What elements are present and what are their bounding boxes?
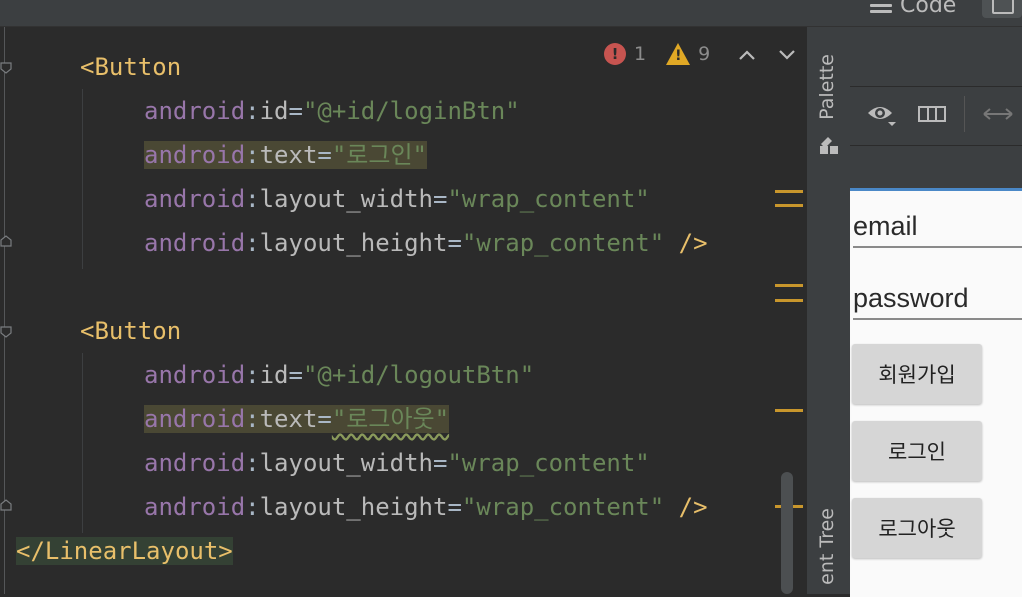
code-line[interactable]: android:layout_height="wrap_content" /> bbox=[144, 224, 708, 262]
code-view-label: Code bbox=[900, 0, 957, 18]
equals: = bbox=[288, 97, 303, 125]
colon: : bbox=[245, 229, 260, 257]
code-line[interactable]: android:id="@+id/logoutBtn" bbox=[144, 356, 534, 394]
vertical-scrollbar[interactable] bbox=[781, 472, 793, 594]
top-toolbar: Code bbox=[0, 0, 1022, 27]
attr-value: "로그아웃" bbox=[331, 405, 450, 433]
attr-value: "@+id/loginBtn" bbox=[302, 97, 520, 125]
warning-stripe-marker[interactable] bbox=[775, 204, 803, 207]
equals: = bbox=[447, 493, 462, 521]
tag-close: /> bbox=[664, 493, 708, 521]
equals: = bbox=[433, 185, 448, 213]
equals: = bbox=[317, 141, 332, 169]
warning-count: 9 bbox=[698, 43, 711, 65]
attr-namespace: android bbox=[144, 493, 246, 521]
colon: : bbox=[245, 185, 260, 213]
colon: : bbox=[245, 405, 260, 433]
attr-value: "@+id/logoutBtn" bbox=[302, 361, 535, 389]
attr-value: "wrap_content" bbox=[447, 449, 650, 477]
attr-value: "wrap_content" bbox=[461, 229, 665, 257]
code-line[interactable]: android:layout_height="wrap_content" /> bbox=[144, 488, 708, 526]
code-line[interactable]: <Button bbox=[80, 48, 181, 86]
attr-name: id bbox=[259, 361, 289, 389]
warning-icon: ! bbox=[666, 43, 691, 65]
next-highlight-button[interactable] bbox=[778, 42, 796, 66]
attr-name: layout_height bbox=[259, 229, 448, 257]
closing-tag: </LinearLayout> bbox=[16, 537, 233, 565]
password-field[interactable]: password bbox=[853, 278, 1022, 320]
attr-name: layout_height bbox=[259, 493, 448, 521]
code-line[interactable]: android:layout_width="wrap_content" bbox=[144, 444, 650, 482]
attr-name: layout_width bbox=[259, 449, 433, 477]
code-editor[interactable]: <Button android:id="@+id/loginBtn" andro… bbox=[0, 27, 806, 594]
error-icon: ! bbox=[604, 43, 626, 65]
indent-guide bbox=[82, 89, 83, 269]
code-line[interactable]: </LinearLayout> bbox=[16, 532, 233, 570]
tag-name: Button bbox=[94, 53, 182, 81]
signup-button[interactable]: 회원가입 bbox=[852, 344, 982, 404]
attr-namespace: android bbox=[144, 361, 246, 389]
colon: : bbox=[245, 449, 260, 477]
chevron-up-icon bbox=[739, 50, 755, 60]
warning-stripe-marker[interactable] bbox=[775, 284, 803, 287]
login-button[interactable]: 로그인 bbox=[852, 421, 982, 481]
warning-stripe-marker[interactable] bbox=[775, 409, 803, 412]
equals: = bbox=[433, 449, 448, 477]
attr-namespace: android bbox=[144, 449, 246, 477]
palette-tab[interactable]: Palette bbox=[816, 54, 838, 120]
equals: = bbox=[288, 361, 303, 389]
attr-name: text bbox=[259, 405, 318, 433]
code-line[interactable]: android:layout_width="wrap_content" bbox=[144, 180, 650, 218]
indent-guide bbox=[82, 353, 83, 533]
horizontal-arrows-icon[interactable] bbox=[982, 106, 1014, 122]
logout-button[interactable]: 로그아웃 bbox=[852, 498, 982, 558]
warning-stripe-marker[interactable] bbox=[775, 190, 803, 193]
attr-value: "로그인" bbox=[331, 141, 427, 169]
equals: = bbox=[447, 229, 462, 257]
code-line[interactable]: android:text="로그아웃" bbox=[144, 400, 450, 438]
error-count: 1 bbox=[634, 43, 647, 65]
attr-namespace: android bbox=[144, 405, 246, 433]
chevron-down-icon bbox=[779, 50, 795, 60]
colon: : bbox=[245, 97, 260, 125]
email-field[interactable]: email bbox=[853, 206, 1022, 248]
previous-highlight-button[interactable] bbox=[738, 42, 756, 66]
colon: : bbox=[245, 493, 260, 521]
colon: : bbox=[245, 141, 260, 169]
attr-namespace: android bbox=[144, 185, 246, 213]
tag-name: Button bbox=[94, 317, 182, 345]
palette-icon bbox=[820, 137, 838, 154]
attr-namespace: android bbox=[144, 97, 246, 125]
attr-namespace: android bbox=[144, 141, 246, 169]
tag-bracket: < bbox=[80, 53, 95, 81]
colon: : bbox=[245, 361, 260, 389]
toolbar-separator bbox=[964, 96, 965, 132]
code-view-icon bbox=[870, 0, 892, 13]
attr-value: "wrap_content" bbox=[461, 493, 665, 521]
tag-close: /> bbox=[664, 229, 708, 257]
attr-name: text bbox=[259, 141, 318, 169]
split-view-button[interactable] bbox=[982, 0, 1022, 18]
eye-icon[interactable] bbox=[866, 103, 898, 127]
equals: = bbox=[317, 405, 332, 433]
columns-icon[interactable] bbox=[918, 106, 946, 122]
component-tree-tab[interactable]: ent Tree bbox=[816, 508, 838, 585]
attr-value: "wrap_content" bbox=[447, 185, 650, 213]
warning-stripe-marker[interactable] bbox=[775, 299, 803, 302]
fold-end-icon[interactable] bbox=[0, 499, 12, 511]
attr-name: layout_width bbox=[259, 185, 433, 213]
split-view-icon bbox=[992, 0, 1014, 14]
attr-name: id bbox=[259, 97, 289, 125]
inspection-widget[interactable]: ! 1 ! 9 bbox=[604, 40, 796, 68]
code-view-toggle[interactable]: Code bbox=[870, 0, 956, 18]
fold-end-icon[interactable] bbox=[0, 235, 12, 247]
code-line[interactable]: android:id="@+id/loginBtn" bbox=[144, 92, 520, 130]
tag-bracket: < bbox=[80, 317, 95, 345]
fold-marker-icon[interactable] bbox=[0, 62, 12, 74]
code-line[interactable]: android:text="로그인" bbox=[144, 136, 427, 174]
code-line[interactable]: <Button bbox=[80, 312, 181, 350]
attr-namespace: android bbox=[144, 229, 246, 257]
fold-marker-icon[interactable] bbox=[0, 326, 12, 338]
